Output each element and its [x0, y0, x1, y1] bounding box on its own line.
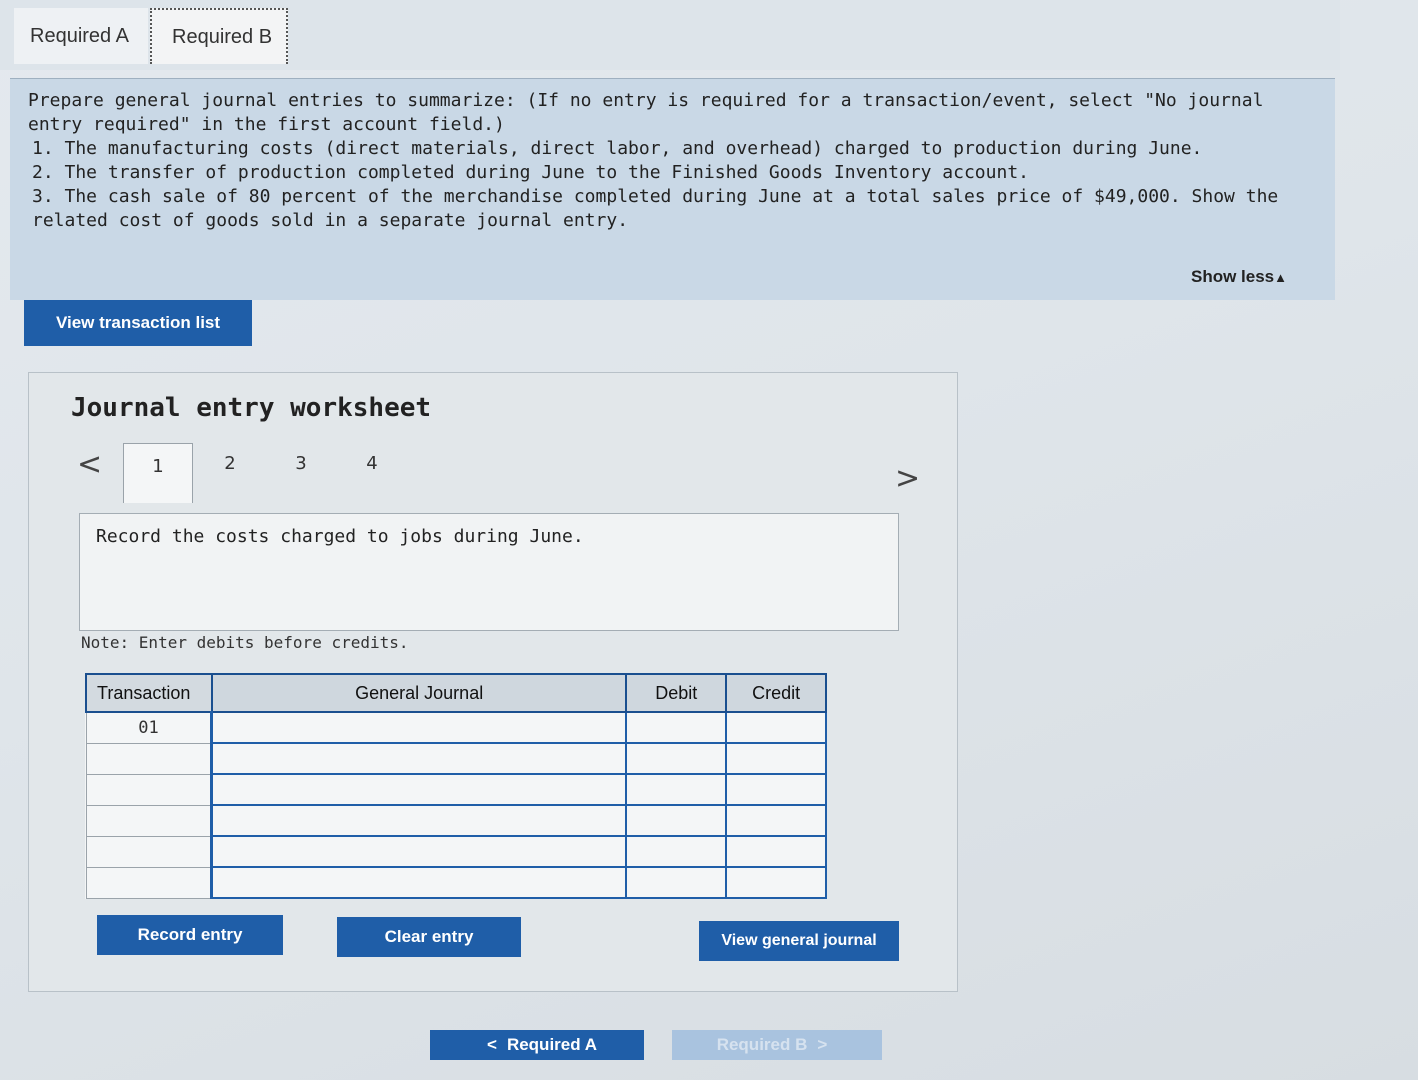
- credit-input[interactable]: [727, 838, 825, 865]
- view-general-journal-button[interactable]: View general journal: [699, 921, 899, 961]
- next-required-b-button[interactable]: Required B >: [672, 1030, 882, 1060]
- credit-cell[interactable]: [725, 866, 827, 899]
- debit-input[interactable]: [627, 714, 726, 741]
- credit-cell[interactable]: [725, 835, 827, 868]
- debit-cell[interactable]: [625, 773, 728, 806]
- transaction-cell: [85, 866, 213, 899]
- account-select[interactable]: [210, 742, 628, 775]
- credit-input[interactable]: [727, 714, 825, 741]
- debit-input[interactable]: [627, 869, 726, 896]
- instructions-list: 1. The manufacturing costs (direct mater…: [28, 137, 1317, 233]
- worksheet-title: Journal entry worksheet: [71, 393, 432, 423]
- account-input[interactable]: [213, 714, 626, 741]
- general-journal-header: General Journal: [210, 673, 628, 713]
- instructions-panel: Prepare general journal entries to summa…: [10, 78, 1335, 300]
- account-input[interactable]: [213, 807, 626, 834]
- chevron-right-icon: >: [817, 1035, 828, 1054]
- credit-cell[interactable]: [725, 711, 827, 744]
- journal-entry-worksheet: Journal entry worksheet < 1 2 3 4 > Reco…: [28, 372, 958, 992]
- table-row: 01: [85, 711, 827, 744]
- chevron-right-icon[interactable]: >: [895, 461, 920, 496]
- debit-cell[interactable]: [625, 835, 728, 868]
- requirement-tabs: Required A Required B: [0, 0, 1340, 70]
- account-input[interactable]: [213, 776, 626, 803]
- table-row: [85, 835, 827, 868]
- table-header-row: Transaction General Journal Debit Credit: [85, 673, 827, 713]
- account-select[interactable]: [210, 866, 628, 899]
- credit-input[interactable]: [727, 807, 825, 834]
- next-required-label: Required B: [716, 1035, 808, 1054]
- credit-cell[interactable]: [725, 804, 827, 837]
- debit-input[interactable]: [627, 776, 726, 803]
- instruction-item: 2. The transfer of production completed …: [32, 162, 1029, 183]
- account-input[interactable]: [213, 745, 626, 772]
- account-select[interactable]: [210, 773, 628, 806]
- account-select[interactable]: [210, 804, 628, 837]
- transaction-cell: [85, 773, 213, 806]
- account-select[interactable]: [210, 711, 628, 744]
- transaction-description: Record the costs charged to jobs during …: [79, 513, 899, 631]
- clear-entry-button[interactable]: Clear entry: [337, 917, 521, 957]
- show-less-link[interactable]: Show less▲: [1191, 265, 1287, 290]
- credit-input[interactable]: [727, 776, 825, 803]
- instruction-item: 1. The manufacturing costs (direct mater…: [32, 138, 1203, 159]
- prev-required-label: Required A: [506, 1035, 597, 1054]
- table-row: [85, 804, 827, 837]
- transaction-header: Transaction: [85, 673, 213, 713]
- triangle-up-icon: ▲: [1274, 270, 1287, 285]
- debit-cell[interactable]: [625, 866, 728, 899]
- debit-input[interactable]: [627, 745, 726, 772]
- transaction-description-text: Record the costs charged to jobs during …: [96, 526, 584, 547]
- page-tab-4[interactable]: 4: [352, 453, 392, 474]
- prev-required-a-button[interactable]: < Required A: [430, 1030, 644, 1060]
- page-tab-2[interactable]: 2: [210, 453, 250, 474]
- record-entry-button[interactable]: Record entry: [97, 915, 283, 955]
- credit-header: Credit: [725, 673, 827, 713]
- page-tab-1[interactable]: 1: [123, 443, 193, 503]
- instructions-intro: Prepare general journal entries to summa…: [28, 90, 1264, 135]
- entry-note: Note: Enter debits before credits.: [81, 633, 409, 652]
- account-input[interactable]: [213, 838, 626, 865]
- debit-cell[interactable]: [625, 742, 728, 775]
- view-transaction-list-button[interactable]: View transaction list: [24, 300, 252, 346]
- credit-cell[interactable]: [725, 742, 827, 775]
- tab-required-a[interactable]: Required A: [14, 8, 148, 64]
- transaction-cell: [85, 804, 213, 837]
- chevron-left-icon: <: [487, 1035, 497, 1054]
- tab-required-b[interactable]: Required B: [150, 8, 288, 64]
- debit-cell[interactable]: [625, 804, 728, 837]
- credit-cell[interactable]: [725, 773, 827, 806]
- instruction-item: 3. The cash sale of 80 percent of the me…: [32, 186, 1279, 231]
- debit-input[interactable]: [627, 807, 726, 834]
- debit-header: Debit: [625, 673, 728, 713]
- transaction-cell: [85, 835, 213, 868]
- transaction-cell: [85, 742, 213, 775]
- credit-input[interactable]: [727, 869, 825, 896]
- table-row: [85, 866, 827, 899]
- general-journal-table: Transaction General Journal Debit Credit…: [85, 673, 827, 899]
- show-less-label: Show less: [1190, 267, 1275, 286]
- debit-input[interactable]: [627, 838, 726, 865]
- chevron-left-icon[interactable]: <: [77, 447, 102, 482]
- table-row: [85, 742, 827, 775]
- account-select[interactable]: [210, 835, 628, 868]
- table-row: [85, 773, 827, 806]
- transaction-cell: 01: [85, 711, 213, 744]
- account-input[interactable]: [213, 869, 626, 896]
- credit-input[interactable]: [727, 745, 825, 772]
- page-tab-3[interactable]: 3: [281, 453, 321, 474]
- debit-cell[interactable]: [625, 711, 728, 744]
